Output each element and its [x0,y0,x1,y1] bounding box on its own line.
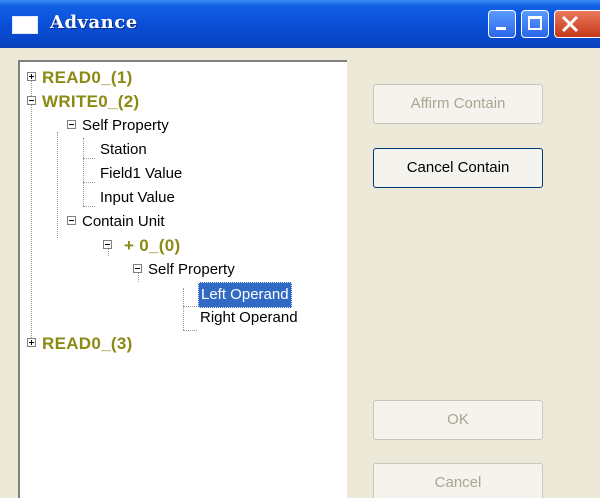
tree-item-label: Left Operand [198,282,292,308]
tree-connector [83,138,84,206]
tree-item-label: READ0_(1) [42,68,133,87]
cancel-contain-button[interactable]: Cancel Contain [373,148,543,188]
minimize-button[interactable] [488,10,516,38]
cancel-button[interactable]: Cancel [373,463,543,498]
tree-connector [183,288,184,330]
tree-connector [31,78,32,342]
collapse-icon[interactable] [27,96,36,105]
tree-item-label: Station [100,141,147,158]
tree-connector [57,132,58,238]
tree-connector [83,158,95,159]
close-button[interactable] [554,10,600,38]
tree-connector [83,182,95,183]
tree-item-label: READ0_(3) [42,334,133,353]
ok-button[interactable]: OK [373,400,543,440]
tree-item-label: Self Property [148,261,235,278]
expand-icon[interactable] [27,338,36,347]
tree-connector [83,206,95,207]
tree-item-label: WRITE0_(2) [42,92,140,111]
tree-connector [183,306,197,307]
tree-item-label: Contain Unit [82,213,165,230]
title-bar[interactable]: Advance [0,0,600,48]
window-title: Advance [50,12,138,33]
close-icon [561,15,579,33]
maximize-button[interactable] [521,10,549,38]
tree-item-label: + 0_(0) [124,236,181,255]
collapse-icon[interactable] [103,240,112,249]
maximize-icon [528,16,542,30]
window-icon [12,16,38,34]
expand-icon[interactable] [27,72,36,81]
affirm-contain-button[interactable]: Affirm Contain [373,84,543,124]
tree-view[interactable]: READ0_(1) WRITE0_(2) Self Property Stati… [18,60,347,498]
collapse-icon[interactable] [133,264,142,273]
minimize-icon [496,27,506,30]
tree-item-label: Field1 Value [100,165,183,182]
collapse-icon[interactable] [67,216,76,225]
tree-connector [183,330,197,331]
tree-item-label: Right Operand [200,309,298,326]
tree-item-label: Self Property [82,117,169,134]
tree-item-label: Input Value [100,189,175,206]
collapse-icon[interactable] [67,120,76,129]
advance-window: Advance READ0_(1) WRITE0_(2) Self Proper… [0,0,600,498]
